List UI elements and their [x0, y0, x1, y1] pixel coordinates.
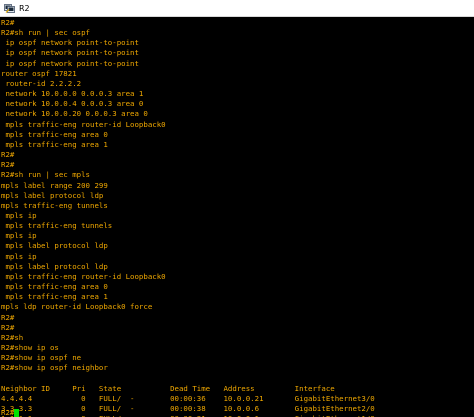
terminal-line: R2# [1, 322, 15, 332]
terminal-line: ip ospf network point-to-point [1, 58, 139, 68]
terminal-line: 3.3.3.3 0 FULL/ - 00:00:38 10.0.0.6 Giga… [1, 403, 375, 413]
terminal-line: R2# [1, 18, 15, 27]
terminal-line: mpls traffic-eng router-id Loopback0 [1, 119, 166, 129]
title-bar[interactable]: R2 [0, 0, 474, 17]
terminal-line: ip ospf network point-to-point [1, 48, 139, 58]
terminal-line: mpls label protocol ldp [1, 241, 108, 251]
terminal-line: R2# [1, 160, 15, 170]
terminal-line: R2#show ip ospf neighbor [1, 363, 108, 373]
window-title: R2 [19, 3, 30, 13]
terminal-line: mpls traffic-eng tunnels [1, 221, 113, 231]
terminal-line: ip ospf network point-to-point [1, 38, 139, 48]
terminal-line: router-id 2.2.2.2 [1, 78, 82, 88]
terminal-line: R2#sh [1, 332, 24, 342]
terminal-output: R2# R2#sh run | sec ospf ip ospf network … [1, 18, 375, 417]
text-cursor [14, 409, 20, 417]
terminal-line: mpls label protocol ldp [1, 261, 108, 271]
terminal-line: mpls ip [1, 231, 37, 241]
terminal-line: mpls traffic-eng area 1 [1, 139, 108, 149]
terminal-line: mpls label protocol ldp [1, 190, 104, 200]
terminal-line: mpls traffic-eng area 1 [1, 292, 108, 302]
terminal-line: R2#show ip ospf ne [1, 353, 82, 363]
terminal-line: R2#sh run | sec ospf [1, 28, 90, 38]
terminal-line: mpls traffic-eng area 0 [1, 282, 108, 292]
terminal-line: 4.4.4.4 0 FULL/ - 00:00:36 10.0.0.21 Gig… [1, 393, 375, 403]
terminal-line: mpls ip [1, 251, 37, 261]
terminal-line: Neighbor ID Pri State Dead Time Address … [1, 383, 335, 393]
terminal-line: R2#sh run | sec mpls [1, 170, 90, 180]
putty-terminal-icon [4, 3, 15, 13]
terminal-window: R2 R2# R2#sh run | sec ospf ip ospf netwo… [0, 0, 474, 417]
terminal-screen[interactable]: R2# R2#sh run | sec ospf ip ospf network … [0, 17, 474, 417]
terminal-line: R2# [1, 150, 15, 160]
terminal-line: mpls ldp router-id Loopback0 force [1, 302, 153, 312]
terminal-line: router ospf 17821 [1, 68, 77, 78]
command-prompt: R2# [1, 408, 15, 417]
terminal-line: mpls ip [1, 210, 37, 220]
terminal-line: mpls traffic-eng area 0 [1, 129, 108, 139]
terminal-line: network 10.0.0.4 0.0.0.3 area 0 [1, 99, 144, 109]
command-prompt-line[interactable]: R2# [1, 408, 20, 417]
terminal-line: network 10.0.0.20 0.0.0.3 area 0 [1, 109, 148, 119]
terminal-line: network 10.0.0.0 0.0.0.3 area 1 [1, 89, 144, 99]
terminal-line: mpls label range 200 299 [1, 180, 108, 190]
terminal-line: R2# [1, 312, 15, 322]
terminal-line: R2#show ip os [1, 343, 59, 352]
terminal-line: mpls traffic-eng tunnels [1, 200, 108, 210]
terminal-line: mpls traffic-eng router-id Loopback0 [1, 271, 166, 281]
